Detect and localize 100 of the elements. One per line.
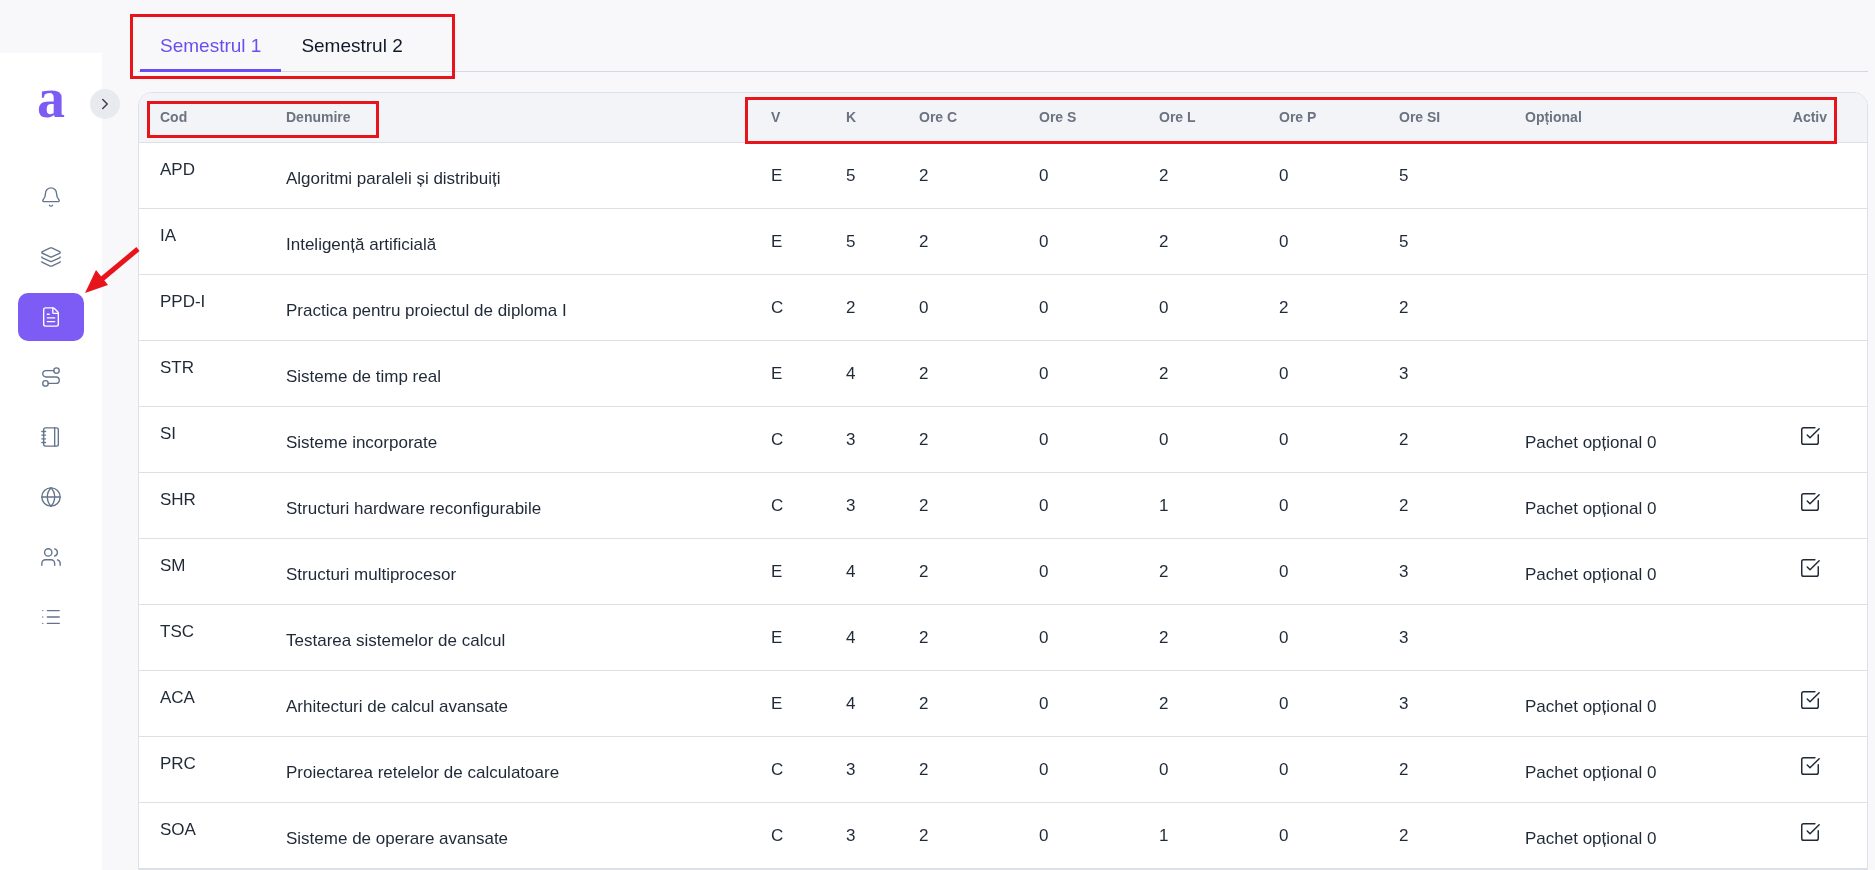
column-header: Opțional [1525, 108, 1583, 127]
table-cell-text: 5 [846, 230, 857, 253]
table-cell-text: 5 [1399, 230, 1410, 253]
table-cell-text: C [771, 296, 785, 319]
document-icon [40, 306, 62, 328]
table-cell-text: 1 [1159, 494, 1170, 517]
table-cell-text: 2 [1159, 230, 1170, 253]
table-cell-text: Structuri multiprocesor [286, 563, 458, 586]
table-cell-text: 0 [1039, 494, 1050, 517]
column-header: K [846, 108, 858, 127]
table-cell-text: 4 [846, 560, 857, 583]
table-cell-text: 0 [1039, 164, 1050, 187]
table-cell-text: 4 [846, 692, 857, 715]
table-cell-text: 2 [1399, 428, 1410, 451]
table-cell-text: 4 [846, 362, 857, 385]
table-cell-text: 2 [919, 164, 930, 187]
table-cell-text: STR [160, 356, 195, 379]
column-header: Ore SI [1399, 108, 1442, 127]
table-cell-text: SM [160, 554, 187, 577]
table-cell-text: 2 [919, 824, 930, 847]
table-cell-text: 2 [1159, 692, 1170, 715]
globe-icon [40, 486, 62, 508]
table-cell-text: SHR [160, 488, 197, 511]
table-cell-text: 5 [846, 164, 857, 187]
tab[interactable]: Semestrul 2 [281, 24, 423, 72]
table-cell-text: C [771, 758, 785, 781]
table-cell-text: E [771, 230, 784, 253]
column-header: Ore C [919, 108, 959, 127]
route-icon [40, 366, 62, 388]
table-cell-text: 0 [1039, 296, 1050, 319]
table-cell-text: 2 [919, 494, 930, 517]
table-cell-text: 1 [1159, 824, 1170, 847]
table-cell-text: 0 [1039, 560, 1050, 583]
table-cell-text: 2 [919, 758, 930, 781]
table-cell-text: 3 [1399, 692, 1410, 715]
table-cell-text: 2 [1159, 626, 1170, 649]
sidebar-item[interactable] [18, 293, 84, 341]
table-cell-text: 0 [1159, 758, 1170, 781]
table-cell-text: SI [160, 422, 178, 445]
layers-icon [40, 246, 62, 268]
table-cell-text: 0 [1159, 428, 1170, 451]
table-cell-text: Proiectarea retelelor de calculatoare [286, 761, 561, 784]
table-cell-text: 3 [1399, 362, 1410, 385]
table-cell-text: Pachet opțional 0 [1525, 761, 1657, 784]
table-cell-text: E [771, 362, 784, 385]
table-cell-text: PRC [160, 752, 197, 775]
table-cell-text: C [771, 824, 785, 847]
table-cell-text: 0 [1039, 428, 1050, 451]
table-cell-text: Algoritmi paraleli și distribuiți [286, 167, 502, 190]
table-cell-text: C [771, 494, 785, 517]
table-cell-text: 4 [846, 626, 857, 649]
table-cell-text: Inteligență artificială [286, 233, 438, 256]
table-cell-text: Structuri hardware reconfigurabile [286, 497, 543, 520]
table-cell-text: 2 [1159, 560, 1170, 583]
table-cell-text: 2 [1159, 164, 1170, 187]
table-cell-text: Sisteme incorporate [286, 431, 439, 454]
notebook-icon [40, 426, 62, 448]
table-cell-text: 0 [1279, 362, 1290, 385]
table-cell-text: 3 [846, 824, 857, 847]
table-cell-text: Practica pentru proiectul de diploma I [286, 299, 568, 322]
table-cell-text: 0 [1039, 824, 1050, 847]
table-cell-text: APD [160, 158, 196, 181]
annotation-arrow [85, 247, 140, 293]
table-cell-text: E [771, 164, 784, 187]
column-header: Activ [1792, 108, 1827, 127]
column-header: Ore L [1159, 108, 1197, 127]
table-cell-text: PPD-I [160, 290, 207, 313]
table-cell-text: 2 [919, 428, 930, 451]
table-cell-text: C [771, 428, 785, 451]
table-cell-text: Pachet opțional 0 [1525, 497, 1657, 520]
table-cell-text: Arhitecturi de calcul avansate [286, 695, 510, 718]
table-cell-text: 2 [919, 626, 930, 649]
column-header: Cod [160, 108, 189, 127]
table-cell-text: Pachet opțional 0 [1525, 695, 1657, 718]
table-cell-text: 0 [1039, 362, 1050, 385]
tab[interactable]: Semestrul 1 [140, 24, 282, 72]
table-cell-text: 2 [1159, 362, 1170, 385]
table-cell-text: 0 [1039, 230, 1050, 253]
column-header: Denumire [286, 108, 352, 127]
table-cell-text: 2 [1279, 296, 1290, 319]
table-cell-text: 2 [919, 560, 930, 583]
table-cell-text: 0 [1279, 626, 1290, 649]
column-header: Ore P [1279, 108, 1318, 127]
expand-button[interactable] [90, 89, 120, 119]
table-cell-text: 0 [919, 296, 930, 319]
table-cell-text: 5 [1399, 164, 1410, 187]
table-cell-text: 3 [1399, 626, 1410, 649]
table-cell-text: 2 [1399, 758, 1410, 781]
table-cell-text: Pachet opțional 0 [1525, 563, 1657, 586]
table-cell-text: Pachet opțional 0 [1525, 827, 1657, 850]
table-cell-text: 3 [846, 428, 857, 451]
table-cell-text: 0 [1279, 560, 1290, 583]
logo[interactable]: a [37, 70, 65, 126]
table-cell-text: 3 [846, 758, 857, 781]
column-header: Ore S [1039, 108, 1078, 127]
table-cell-text: 2 [1399, 296, 1410, 319]
table-cell-text: 3 [846, 494, 857, 517]
table-cell-text: 2 [919, 692, 930, 715]
table-cell-text: 0 [1279, 164, 1290, 187]
table-cell-text: 0 [1039, 626, 1050, 649]
